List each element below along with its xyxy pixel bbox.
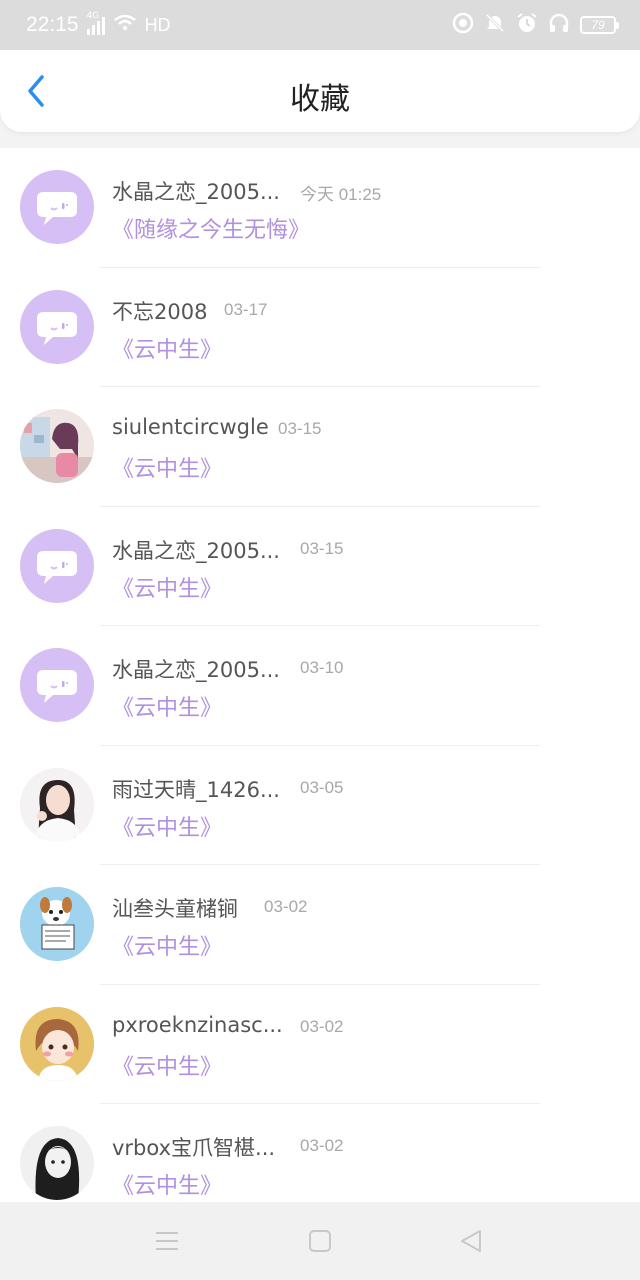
item-time: 03-15 bbox=[278, 419, 322, 438]
screen: 22:15 4G HD 79 收藏 水晶之恋_2005... 今天 01:25 … bbox=[0, 0, 640, 1280]
page-title: 收藏 bbox=[290, 82, 350, 117]
default-chat-avatar bbox=[20, 648, 94, 722]
default-chat-avatar bbox=[20, 170, 94, 244]
item-book[interactable]: 《云中生》 bbox=[112, 810, 222, 842]
list-item[interactable]: 水晶之恋_2005... 03-15 《云中生》 bbox=[0, 507, 640, 626]
item-name[interactable]: 水晶之恋_2005... bbox=[112, 535, 280, 565]
item-name[interactable]: 雨过天晴_1426... bbox=[112, 774, 280, 804]
item-time: 03-15 bbox=[300, 538, 344, 558]
item-time: 03-02 bbox=[264, 897, 308, 916]
system-nav-bar bbox=[0, 1202, 640, 1280]
home-button[interactable] bbox=[303, 1224, 337, 1258]
signal-icon: 4G bbox=[86, 11, 105, 35]
battery-level: 79 bbox=[591, 18, 605, 32]
list-item[interactable]: 水晶之恋_2005... 今天 01:25 《随缘之今生无悔》 bbox=[0, 148, 640, 268]
bw-girl-photo-avatar bbox=[20, 1126, 94, 1200]
list-item[interactable]: 不忘2008 03-17 《云中生》 bbox=[0, 268, 640, 387]
list-item[interactable]: vrbox宝爪智椹... 03-02 《云中生》 bbox=[0, 1104, 640, 1202]
home-square-icon bbox=[309, 1230, 331, 1252]
cartoon-dog-avatar bbox=[20, 887, 94, 961]
menu-icon bbox=[156, 1232, 178, 1250]
item-book[interactable]: 《云中生》 bbox=[112, 690, 222, 722]
list-item[interactable]: pxroeknzinasc... 03-02 《云中生》 bbox=[0, 985, 640, 1104]
item-name[interactable]: 水晶之恋_2005... bbox=[112, 654, 280, 684]
item-book[interactable]: 《云中生》 bbox=[112, 332, 222, 364]
item-book[interactable]: 《云中生》 bbox=[112, 571, 222, 603]
item-name[interactable]: 水晶之恋_2005... bbox=[112, 176, 280, 206]
default-chat-avatar bbox=[20, 289, 94, 364]
item-book[interactable]: 《随缘之今生无悔》 bbox=[112, 212, 310, 244]
item-name[interactable]: pxroeknzinasc... bbox=[112, 1013, 283, 1037]
item-name[interactable]: 不忘2008 bbox=[112, 296, 207, 326]
default-chat-avatar bbox=[20, 528, 94, 603]
cartoon-girl-avatar bbox=[20, 1006, 94, 1081]
camera-record-icon bbox=[452, 12, 474, 38]
item-time: 03-10 bbox=[300, 658, 344, 677]
item-book[interactable]: 《云中生》 bbox=[112, 929, 222, 961]
headphones-icon bbox=[548, 12, 570, 38]
wifi-icon bbox=[113, 13, 137, 37]
item-time: 今天 01:25 bbox=[300, 185, 382, 204]
item-time: 03-05 bbox=[300, 777, 344, 797]
menu-button[interactable] bbox=[150, 1224, 184, 1258]
anime-girl-avatar bbox=[20, 409, 94, 483]
item-name[interactable]: 汕叁头童槠锏 bbox=[112, 893, 238, 923]
status-bar: 22:15 4G HD 79 bbox=[0, 0, 640, 50]
favorites-list: 水晶之恋_2005... 今天 01:25 《随缘之今生无悔》 不忘2008 0… bbox=[0, 148, 640, 1202]
woman-photo-avatar bbox=[20, 767, 94, 842]
mute-icon bbox=[484, 12, 506, 38]
item-book[interactable]: 《云中生》 bbox=[112, 451, 222, 483]
back-triangle-icon bbox=[461, 1230, 481, 1252]
item-time: 03-02 bbox=[300, 1136, 344, 1155]
hd-label: HD bbox=[144, 14, 171, 35]
item-book[interactable]: 《云中生》 bbox=[112, 1049, 222, 1081]
network-type: 4G bbox=[86, 11, 100, 21]
item-name[interactable]: vrbox宝爪智椹... bbox=[112, 1132, 275, 1162]
header: 收藏 bbox=[0, 50, 640, 132]
item-name[interactable]: siulentcircwgle bbox=[112, 415, 269, 439]
back-nav-button[interactable] bbox=[454, 1224, 488, 1258]
list-item[interactable]: 雨过天晴_1426... 03-05 《云中生》 bbox=[0, 746, 640, 865]
alarm-icon bbox=[516, 12, 538, 38]
list-item[interactable]: 汕叁头童槠锏 03-02 《云中生》 bbox=[0, 865, 640, 985]
item-time: 03-17 bbox=[224, 299, 268, 319]
list-item[interactable]: 水晶之恋_2005... 03-10 《云中生》 bbox=[0, 626, 640, 746]
status-time: 22:15 bbox=[26, 13, 79, 36]
battery-icon: 79 bbox=[580, 16, 619, 34]
item-time: 03-02 bbox=[300, 1016, 344, 1036]
list-item[interactable]: siulentcircwgle 03-15 《云中生》 bbox=[0, 387, 640, 507]
item-book[interactable]: 《云中生》 bbox=[112, 1168, 222, 1200]
